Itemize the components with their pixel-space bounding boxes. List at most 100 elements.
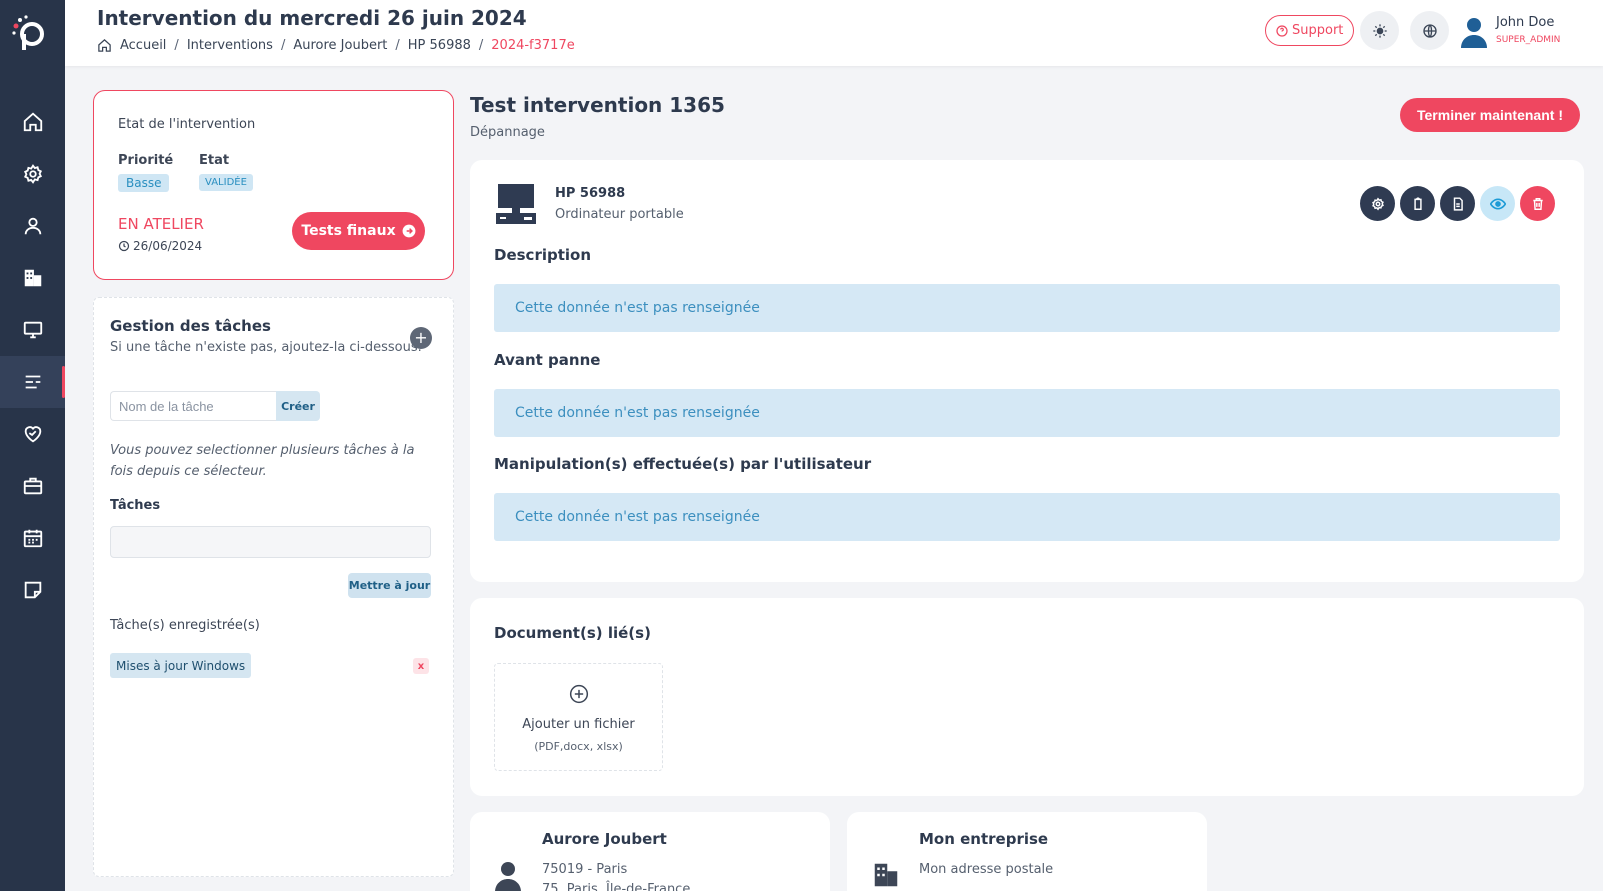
calendar-icon: [23, 529, 42, 548]
clipboard-icon: [1413, 196, 1422, 210]
tasks-subtitle: Si une tâche n'existe pas, ajoutez-la ci…: [110, 340, 422, 355]
final-tests-label: Tests finaux: [301, 223, 396, 239]
gear-icon: [1371, 197, 1384, 210]
state-date-value: 26/06/2024: [133, 239, 203, 253]
breadcrumb: Accueil / Interventions / Aurore Joubert…: [97, 38, 575, 53]
sidebar-item-settings[interactable]: [0, 148, 65, 200]
sidebar-item-support[interactable]: [0, 408, 65, 460]
building-icon: [24, 269, 41, 287]
app-logo[interactable]: [10, 14, 50, 54]
device-copy-button[interactable]: [1400, 186, 1435, 221]
theme-toggle-button[interactable]: [1360, 11, 1399, 50]
sidebar-item-companies[interactable]: [0, 252, 65, 304]
plus-circle-icon: [569, 684, 589, 708]
device-delete-button[interactable]: [1520, 186, 1555, 221]
user-name[interactable]: John Doe: [1496, 15, 1554, 30]
device-settings-button[interactable]: [1360, 186, 1395, 221]
device-view-button[interactable]: [1480, 186, 1515, 221]
priority-label: Priorité: [118, 153, 174, 168]
sidebar-item-users[interactable]: [0, 200, 65, 252]
finish-now-button[interactable]: Terminer maintenant !: [1400, 98, 1580, 132]
tasks-help-text: Vous pouvez selectionner plusieurs tâche…: [110, 443, 415, 479]
documents-title: Document(s) lié(s): [494, 624, 651, 642]
remove-task-button[interactable]: x: [413, 658, 429, 674]
add-file-hint: (PDF,docx, xlsx): [534, 740, 623, 753]
support-button[interactable]: Support: [1265, 15, 1355, 46]
user-icon: [494, 860, 522, 891]
intervention-state-card: Etat de l'intervention Priorité Basse Et…: [93, 90, 454, 280]
sidebar-item-jobs[interactable]: [0, 460, 65, 512]
tasks-multiselect[interactable]: [110, 526, 431, 558]
task-name-input[interactable]: [110, 391, 276, 421]
documents-card: Document(s) lié(s) Ajouter un fichier (P…: [470, 598, 1584, 796]
stage-status: EN ATELIER: [118, 215, 204, 233]
task-list-icon: [25, 375, 40, 389]
tasks-title: Gestion des tâches: [110, 317, 271, 335]
add-task-button[interactable]: +: [410, 327, 432, 349]
breadcrumb-separator: /: [174, 38, 179, 53]
plus-icon: +: [414, 328, 428, 347]
device-document-button[interactable]: [1440, 186, 1475, 221]
state-date: 26/06/2024: [118, 239, 202, 253]
sun-icon: [1372, 23, 1387, 38]
status-label: Etat: [199, 153, 230, 168]
device-name: HP 56988: [555, 186, 626, 201]
update-tasks-button[interactable]: Mettre à jour: [348, 573, 431, 598]
top-header: Intervention du mercredi 26 juin 2024 Ac…: [65, 0, 1603, 66]
support-label: Support: [1292, 23, 1344, 38]
user-manipulations-value: Cette donnée n'est pas renseignée: [494, 493, 1560, 541]
saved-task-chip: Mises à jour Windows: [110, 653, 252, 678]
sidebar-item-calendar[interactable]: [0, 512, 65, 564]
language-button[interactable]: [1410, 11, 1449, 50]
eye-icon: [1489, 197, 1506, 210]
sidebar-item-interventions[interactable]: [0, 356, 65, 408]
arrow-circle-right-icon: [402, 224, 416, 238]
user-manipulations-title: Manipulation(s) effectuée(s) par l'utili…: [494, 455, 872, 473]
briefcase-icon: [23, 477, 42, 495]
company-name[interactable]: Mon entreprise: [919, 830, 1048, 848]
customer-card: Aurore Joubert 75019 - Paris 75, Paris, …: [470, 812, 830, 891]
home-icon: [23, 112, 42, 132]
create-task-button[interactable]: Créer: [276, 391, 320, 421]
heart-handshake-icon: [24, 426, 41, 443]
customer-name[interactable]: Aurore Joubert: [542, 830, 667, 848]
breadcrumb-current: 2024-f3717e: [491, 38, 575, 53]
intervention-type: Dépannage: [470, 125, 545, 140]
desktop-computer-icon: [494, 182, 538, 230]
sidebar-item-notes[interactable]: [0, 564, 65, 616]
trash-icon: [1532, 197, 1543, 210]
task-management-card: Gestion des tâches Si une tâche n'existe…: [93, 297, 454, 877]
description-title: Description: [494, 246, 592, 264]
customer-region: 75, Paris, Île-de-France: [542, 882, 691, 891]
monitor-icon: [23, 321, 42, 339]
breadcrumb-customer[interactable]: Aurore Joubert: [293, 38, 387, 53]
sidebar-item-home[interactable]: [0, 96, 65, 148]
device-card: HP 56988 Ordinateur portable Description…: [470, 160, 1584, 582]
before-failure-value: Cette donnée n'est pas renseignée: [494, 389, 1560, 437]
add-file-dropzone[interactable]: Ajouter un fichier (PDF,docx, xlsx): [494, 663, 663, 771]
breadcrumb-separator: /: [395, 38, 400, 53]
sidebar-item-devices[interactable]: [0, 304, 65, 356]
breadcrumb-home[interactable]: Accueil: [120, 38, 166, 53]
sidebar: [0, 0, 65, 891]
page-title: Intervention du mercredi 26 juin 2024: [97, 6, 527, 30]
before-failure-title: Avant panne: [494, 351, 601, 369]
user-role: SUPER_ADMIN: [1496, 35, 1561, 45]
user-icon: [24, 217, 41, 235]
gear-icon: [23, 164, 42, 184]
clock-icon: [118, 240, 130, 252]
question-circle-icon: [1276, 24, 1288, 37]
intervention-title: Test intervention 1365: [470, 93, 725, 117]
final-tests-button[interactable]: Tests finaux: [292, 212, 425, 250]
avatar[interactable]: [1460, 16, 1488, 52]
description-value: Cette donnée n'est pas renseignée: [494, 284, 1560, 332]
user-avatar-icon: [1461, 18, 1487, 48]
breadcrumb-separator: /: [280, 38, 286, 53]
home-icon: [98, 39, 111, 52]
tasks-select-label: Tâches: [110, 498, 161, 513]
company-address: Mon adresse postale: [919, 862, 1054, 877]
breadcrumb-device[interactable]: HP 56988: [408, 38, 471, 53]
breadcrumb-separator: /: [478, 38, 484, 53]
state-card-title: Etat de l'intervention: [118, 117, 256, 132]
breadcrumb-interventions[interactable]: Interventions: [187, 38, 273, 53]
